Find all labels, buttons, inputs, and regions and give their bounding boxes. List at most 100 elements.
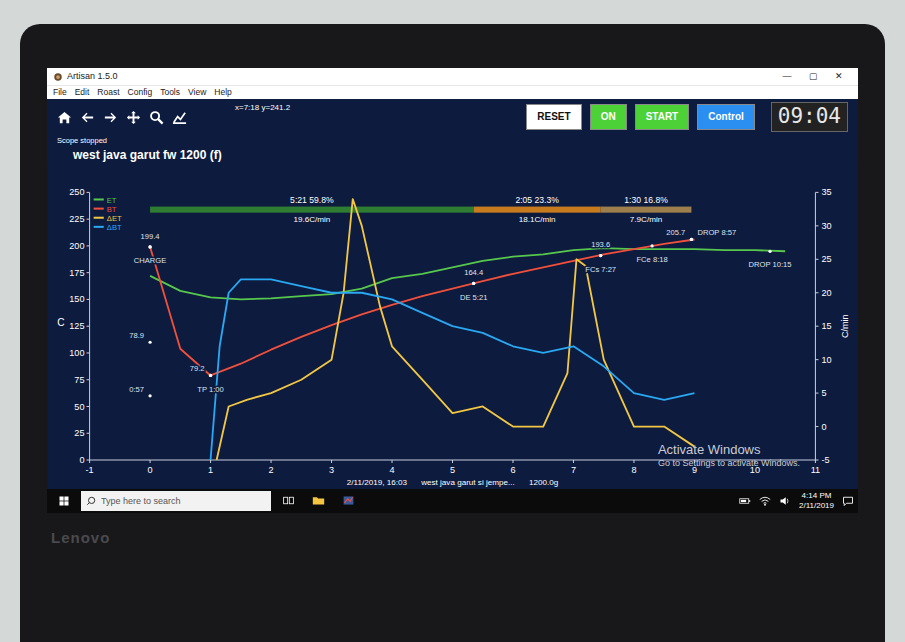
- event-dot: [650, 245, 653, 248]
- phase-label: 5:21 59.8%: [290, 195, 334, 205]
- menu-item[interactable]: View: [188, 86, 206, 99]
- clock[interactable]: 4:14 PM2/11/2019: [799, 491, 834, 509]
- event-annotation: TP 1:00: [197, 385, 223, 394]
- timer-lcd: 09:04: [771, 102, 848, 131]
- event-annotation: 0:57: [129, 385, 144, 394]
- event-annotation: 79.2: [190, 365, 205, 374]
- clock-date: 2/11/2019: [799, 501, 834, 510]
- system-tray: 4:14 PM2/11/2019: [739, 491, 854, 509]
- event-dot: [209, 374, 212, 377]
- move-tool[interactable]: [126, 110, 141, 125]
- y-right-tick: 25: [821, 255, 831, 265]
- phase-bar: [474, 207, 601, 213]
- x-tick: 11: [811, 465, 820, 475]
- y-tick: 150: [69, 295, 84, 305]
- folder-button[interactable]: [305, 490, 331, 512]
- event-dot: [148, 394, 151, 397]
- y-tick: 125: [69, 321, 84, 331]
- y-tick: 50: [74, 402, 84, 412]
- menu-item[interactable]: Help: [214, 86, 231, 99]
- chart-tool[interactable]: [172, 110, 187, 125]
- chart-axes: [90, 193, 816, 461]
- y-tick: 175: [69, 268, 84, 278]
- event-dot: [148, 341, 151, 344]
- move-icon: [126, 110, 141, 125]
- x-tick: 0: [148, 465, 153, 475]
- forward-icon: [103, 110, 118, 125]
- menu-item[interactable]: Edit: [75, 86, 90, 99]
- legend-label: ΔET: [107, 214, 122, 223]
- y-right-tick: 15: [821, 321, 831, 331]
- chart-icon: [172, 110, 187, 125]
- roast-button[interactable]: START: [635, 104, 690, 130]
- zoom-tool[interactable]: [149, 110, 164, 125]
- phase-rate: 7.9C/min: [630, 215, 662, 224]
- event-dot: [690, 238, 693, 241]
- x-tick: 9: [692, 465, 697, 475]
- toolbar-icons: [57, 110, 187, 125]
- search-icon: [86, 496, 96, 506]
- event-dot: [209, 374, 212, 377]
- home-icon: [57, 110, 72, 125]
- artisan-task-button[interactable]: [335, 490, 361, 512]
- back-icon: [80, 110, 95, 125]
- phase-bar: [150, 207, 474, 213]
- y-tick: 25: [74, 429, 84, 439]
- footer-item: 2/11/2019, 16:03: [347, 479, 408, 488]
- menu-bar: File Edit Roast Config Tools View Help: [47, 85, 858, 99]
- volume-icon: [779, 495, 791, 507]
- event-dot: [472, 282, 475, 285]
- forward-tool[interactable]: [103, 110, 118, 125]
- search-box[interactable]: [81, 491, 271, 511]
- roast-button[interactable]: Control: [697, 104, 755, 130]
- x-tick: 4: [389, 465, 394, 475]
- screen: Artisan 1.5.0—▢✕FileEditRoastConfigTools…: [47, 68, 858, 513]
- menu-item[interactable]: Roast: [97, 86, 119, 99]
- task-view-button[interactable]: [275, 490, 301, 512]
- event-annotation: DE 5:21: [460, 293, 487, 302]
- phase-rate: 18.1C/min: [519, 215, 556, 224]
- back-tool[interactable]: [80, 110, 95, 125]
- chart-title: west java garut fw 1200 (f): [73, 146, 848, 164]
- window-control[interactable]: ✕: [826, 70, 852, 84]
- event-annotation: 205.7: [666, 229, 685, 238]
- legend-swatch: [94, 217, 104, 219]
- menu-item[interactable]: File: [53, 86, 67, 99]
- footer-item: west java garut si jempe...: [420, 479, 515, 488]
- window-control[interactable]: ▢: [800, 70, 826, 84]
- home-tool[interactable]: [57, 110, 72, 125]
- y-right-tick: 0: [821, 422, 826, 432]
- event-annotation: 193.6: [591, 241, 610, 250]
- event-annotation: 78.9: [129, 331, 144, 340]
- event-dot: [599, 254, 602, 257]
- battery-icon: [739, 495, 751, 507]
- legend-label: ΔBT: [107, 223, 122, 232]
- menu-item[interactable]: Tools: [160, 86, 180, 99]
- x-tick: -1: [86, 465, 94, 475]
- event-annotation: CHARGE: [134, 256, 167, 265]
- y-tick: 225: [69, 214, 84, 224]
- y-right-tick: -5: [821, 455, 829, 465]
- roast-button[interactable]: ON: [590, 104, 627, 130]
- phase-label: 2:05 23.3%: [515, 195, 559, 205]
- x-tick: 2: [269, 465, 274, 475]
- legend-label: ET: [107, 196, 117, 205]
- menu-item[interactable]: Config: [128, 86, 153, 99]
- y-tick: 250: [69, 188, 84, 198]
- event-annotation: 199.4: [141, 232, 160, 241]
- series-line: [217, 199, 695, 460]
- window-control[interactable]: —: [774, 70, 800, 84]
- event-annotation: FCs 7:27: [585, 265, 616, 274]
- start-button[interactable]: [51, 490, 77, 512]
- taskbar: 4:14 PM2/11/2019: [47, 489, 858, 513]
- y-tick: 200: [69, 241, 84, 251]
- legend-swatch: [94, 226, 104, 228]
- y-right-tick: 20: [821, 288, 831, 298]
- artisan-task-icon: [342, 494, 355, 507]
- chart-header: Scope stoppedwest java garut fw 1200 (f): [47, 135, 858, 164]
- roast-chart: 0255075100125150175200225250C-5051015202…: [47, 164, 858, 488]
- roast-button[interactable]: RESET: [526, 104, 581, 130]
- x-tick: 8: [631, 465, 636, 475]
- legend-label: BT: [107, 205, 117, 214]
- phase-rate: 19.6C/min: [293, 215, 330, 224]
